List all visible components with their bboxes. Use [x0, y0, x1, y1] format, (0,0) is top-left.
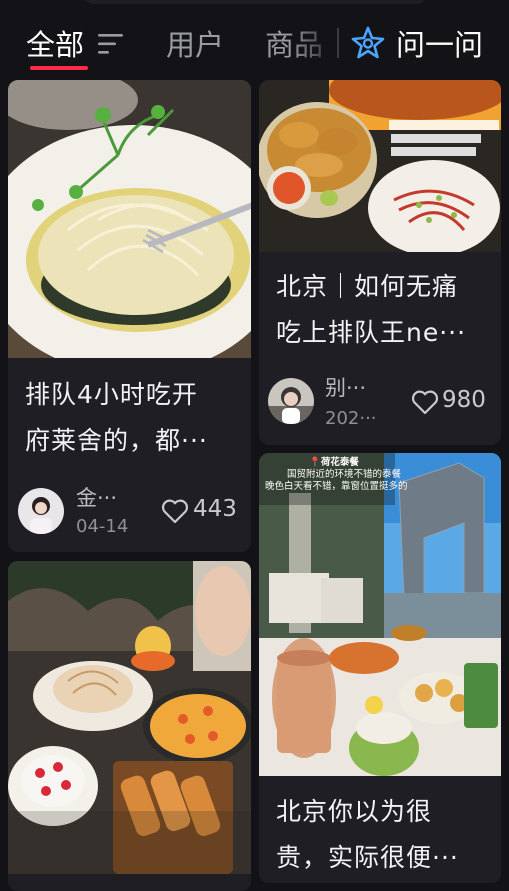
heart-icon[interactable] [411, 390, 439, 415]
sparkle-star-icon[interactable] [351, 26, 385, 60]
tab-ask[interactable]: 问一问 [396, 22, 483, 64]
card-cover-image [8, 561, 251, 874]
active-tab-indicator [30, 66, 88, 70]
card-title: 北京你以为很 贵，实际很便··· [276, 797, 459, 872]
card-cover-image [259, 80, 501, 252]
tab-all[interactable]: 全部 [26, 22, 84, 64]
tab-users[interactable]: 用户 [166, 22, 224, 64]
avatar[interactable] [268, 378, 314, 424]
note-card[interactable]: 排队4小时吃开 府莱舍的，都··· 金··· 04-14 443 [8, 80, 251, 552]
like-count: 443 [193, 496, 237, 522]
card-cover-image [259, 453, 501, 776]
author-name[interactable]: 别··· [325, 372, 366, 402]
card-cover-image [8, 80, 251, 358]
author-name[interactable]: 金··· [76, 482, 117, 512]
note-card[interactable]: 北京｜如何无痛 吃上排队王ne··· 别··· 202··· 980 [259, 80, 501, 445]
tab-scroll-fade [290, 20, 340, 70]
note-card[interactable] [8, 561, 251, 891]
search-result-tabs: 全部 用户 商品 问一问 [0, 0, 509, 82]
post-date: 04-14 [76, 516, 129, 537]
filter-icon[interactable] [97, 33, 125, 55]
tab-divider [337, 28, 339, 58]
image-caption: 📍荷花泰餐 国贸附近的环境不错的泰餐 晚色白天看不错，靠窗位置挺多的 [265, 457, 408, 492]
card-title: 排队4小时吃开 府莱舍的，都··· [25, 380, 208, 455]
like-count: 980 [442, 387, 486, 413]
card-title: 北京｜如何无痛 吃上排队王ne··· [276, 272, 467, 347]
heart-icon[interactable] [161, 499, 189, 524]
note-card[interactable]: 📍荷花泰餐 国贸附近的环境不错的泰餐 晚色白天看不错，靠窗位置挺多的 北京你以为… [259, 453, 501, 883]
post-date: 202··· [325, 408, 377, 429]
avatar[interactable] [18, 488, 64, 534]
